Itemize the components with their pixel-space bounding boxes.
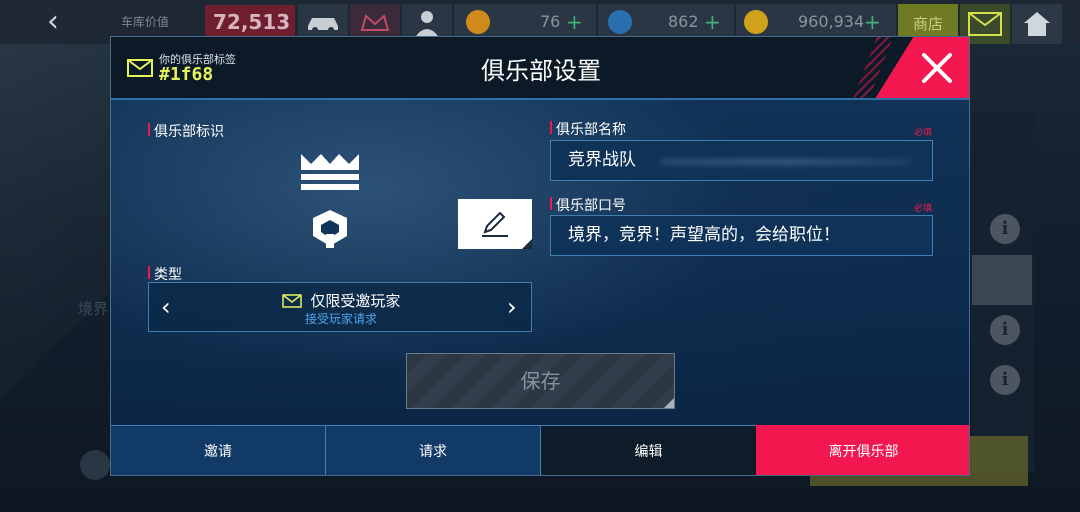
save-button[interactable]: 保存 [406, 353, 675, 409]
info-icon[interactable]: i [990, 315, 1020, 345]
club-type-selector[interactable]: ‹ 仅限受邀玩家 接受玩家请求 › [148, 282, 532, 332]
club-settings-modal: 你的俱乐部标签 #1f68 俱乐部设置 俱乐部标识 类型 ‹ 仅限受邀玩家 接受… [110, 36, 970, 476]
car-icon[interactable] [298, 4, 348, 40]
envelope-icon [281, 294, 302, 308]
blueprints-plus[interactable]: + [704, 10, 721, 34]
club-name-field[interactable]: 竞界战队 [550, 140, 933, 181]
garage-value: 72,513 [205, 5, 295, 39]
credits-icon [744, 10, 768, 34]
credits-value: 960,934 [798, 12, 865, 31]
info-icon[interactable]: i [990, 214, 1020, 244]
close-button[interactable] [853, 37, 969, 99]
tab-requests[interactable]: 请求 [326, 425, 541, 475]
garage-value-label: 车库价值 [121, 15, 170, 29]
credits-display[interactable]: 960,934 + [736, 4, 896, 40]
close-icon[interactable] [919, 50, 955, 86]
club-motto-value: 境界，竞界！声望高的，会给职位！ [568, 225, 840, 245]
type-subtext: 接受玩家请求 [304, 312, 377, 326]
token-icon [466, 10, 490, 34]
pencil-icon [482, 211, 508, 237]
club-icon[interactable] [350, 4, 400, 40]
club-name-value: 竞界战队 [568, 150, 636, 170]
chevron-right-icon[interactable]: › [507, 293, 517, 321]
background-club-name: 境界 [78, 300, 109, 318]
save-button-corner [664, 398, 674, 408]
leave-club-button[interactable]: 离开俱乐部 [756, 425, 969, 475]
club-motto-field[interactable]: 境界，竞界！声望高的，会给职位！ [550, 215, 933, 256]
tokens-value: 76 [540, 12, 561, 31]
type-value: 仅限受邀玩家 [310, 292, 401, 310]
credits-plus[interactable]: + [864, 10, 881, 34]
club-motto-label: 俱乐部口号 [550, 195, 626, 215]
modal-title: 俱乐部设置 [481, 57, 601, 85]
type-value-row: 仅限受邀玩家 [149, 290, 533, 311]
club-name-label: 俱乐部名称 [550, 119, 626, 139]
blueprints-display[interactable]: 862 + [598, 4, 734, 40]
required-badge: 必填 [914, 128, 933, 138]
back-arrow-icon[interactable]: ‹ [38, 7, 68, 38]
modal-tabs: 邀请 请求 编辑 离开俱乐部 [111, 425, 969, 475]
tokens-plus[interactable]: + [566, 10, 583, 34]
header-divider [111, 98, 969, 100]
blueprints-value: 862 [668, 12, 699, 31]
crown-emblem-icon [301, 154, 359, 248]
background-right-box [972, 255, 1032, 305]
modal-header: 你的俱乐部标签 #1f68 俱乐部设置 [111, 37, 969, 99]
tokens-display[interactable]: 76 + [454, 4, 596, 40]
background-globe-icon [80, 450, 110, 480]
edit-emblem-button[interactable] [458, 199, 532, 249]
required-badge: 必填 [914, 204, 933, 214]
blurred-text [661, 159, 911, 165]
edit-button-corner [522, 239, 532, 249]
avatar-icon[interactable] [402, 4, 452, 40]
save-label: 保存 [520, 369, 561, 393]
tab-edit[interactable]: 编辑 [541, 425, 756, 475]
type-label: 类型 [148, 264, 182, 284]
home-icon[interactable] [1012, 4, 1062, 44]
emblem-label: 俱乐部标识 [148, 121, 224, 141]
tab-invite[interactable]: 邀请 [111, 425, 326, 475]
blueprint-icon [608, 10, 632, 34]
info-icon[interactable]: i [990, 365, 1020, 395]
